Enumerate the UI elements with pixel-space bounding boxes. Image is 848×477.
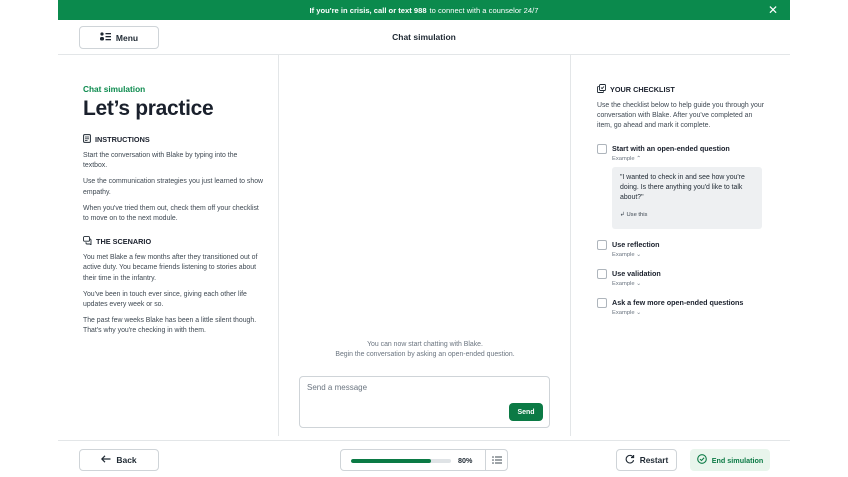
chevron-up-icon: ⌃: [636, 155, 642, 162]
chat-hint-line: Begin the conversation by asking an open…: [335, 351, 515, 359]
scenario-text: The past few weeks Blake has been a litt…: [83, 317, 257, 335]
crisis-banner: If you're in crisis, call or text 988 to…: [58, 0, 790, 20]
example-toggle-label: Example: [612, 310, 635, 317]
copy-checklist-icon: [597, 84, 606, 95]
checklist-item-label: Ask a few more open-ended questions: [612, 298, 744, 308]
example-toggle[interactable]: Example ⌄: [612, 252, 767, 258]
chat-bubbles-icon: [83, 236, 92, 247]
instruction-text: Start the conversation with Blake by typ…: [83, 152, 238, 170]
progress-percent: 80%: [458, 456, 473, 465]
crisis-banner-text: to connect with a counselor 24/7: [429, 5, 539, 15]
close-icon[interactable]: ✕: [766, 3, 780, 17]
chevron-down-icon: ⌄: [636, 281, 642, 288]
restart-button[interactable]: Restart: [616, 449, 677, 471]
chat-empty-hint: You can now start chatting with Blake. B…: [279, 340, 571, 361]
back-button[interactable]: Back: [79, 449, 159, 471]
page-title: Chat simulation: [392, 32, 456, 42]
instructions-heading-label: INSTRUCTIONS: [95, 135, 150, 144]
checklist-item: Start with an open-ended question Exampl…: [597, 143, 767, 162]
scenario-text: You've been in touch ever since, giving …: [83, 290, 247, 309]
example-toggle[interactable]: Example ⌄: [612, 310, 767, 316]
crisis-banner-bold: If you're in crisis, call or text 988: [309, 5, 427, 15]
instruction-text: Use the communication strategies you jus…: [83, 178, 264, 196]
checklist-checkbox[interactable]: [597, 143, 607, 154]
checklist-item: Use reflection Example ⌄: [597, 240, 767, 258]
example-toggle-label: Example: [612, 281, 635, 288]
checklist-heading-label: YOUR CHECKLIST: [610, 85, 675, 94]
example-toggle[interactable]: Example ⌃: [612, 156, 767, 162]
chat-panel: You can now start chatting with Blake. B…: [279, 55, 571, 436]
progress-fill: [351, 459, 431, 463]
use-this-label: Use this: [626, 212, 648, 219]
arrow-left-icon: [101, 455, 111, 465]
example-toggle-label: Example: [612, 155, 635, 162]
checklist-item-label: Use reflection: [612, 240, 660, 250]
chat-hint-line: You can now start chatting with Blake.: [367, 341, 483, 348]
header: Menu Chat simulation: [58, 20, 790, 55]
checklist-checkbox[interactable]: [597, 298, 607, 309]
instruction-text: When you've tried them out, check them o…: [83, 204, 259, 223]
refresh-icon: [625, 454, 635, 466]
example-card: "I wanted to check in and see how you're…: [612, 166, 762, 230]
checklist-item-label: Start with an open-ended question: [612, 143, 730, 153]
restart-label: Restart: [639, 455, 669, 465]
practice-title: Let’s practice: [83, 97, 214, 120]
chevron-down-icon: ⌄: [636, 310, 642, 317]
progress-indicator: 80%: [340, 449, 508, 471]
use-this-button[interactable]: ↲ Use this: [620, 212, 647, 218]
checklist-item: Use validation Example ⌄: [597, 269, 767, 287]
checklist-panel: YOUR CHECKLIST Use the checklist below t…: [597, 84, 767, 316]
corner-arrow-icon: ↲: [620, 212, 625, 219]
end-simulation-label: End simulation: [711, 455, 764, 465]
chevron-down-icon: ⌄: [636, 252, 642, 259]
progress-track: [351, 459, 451, 463]
example-quote: "I wanted to check in and see how you're…: [620, 173, 745, 202]
back-label: Back: [116, 455, 137, 465]
scenario-heading: THE SCENARIO: [83, 236, 263, 247]
checklist-description: Use the checklist below to help guide yo…: [597, 102, 765, 130]
checklist-checkbox[interactable]: [597, 269, 607, 280]
check-circle-icon: [696, 454, 707, 466]
list-icon: [492, 451, 502, 469]
instructions-panel: Chat simulation Let’s practice INSTRUCTI…: [83, 84, 263, 337]
checklist-item-label: Use validation: [612, 269, 661, 279]
eyebrow-label: Chat simulation: [83, 84, 146, 94]
end-simulation-button[interactable]: End simulation: [690, 449, 770, 471]
example-toggle[interactable]: Example ⌄: [612, 281, 767, 287]
checklist-heading: YOUR CHECKLIST: [597, 84, 767, 95]
instructions-heading: INSTRUCTIONS: [83, 134, 263, 145]
send-button[interactable]: Send: [509, 403, 543, 421]
message-input[interactable]: [307, 383, 497, 392]
list-button[interactable]: [486, 450, 508, 470]
message-composer: Send: [299, 376, 550, 428]
checklist-item: Ask a few more open-ended questions Exam…: [597, 298, 767, 316]
scenario-text: You met Blake a few months after they tr…: [83, 254, 258, 282]
scenario-heading-label: THE SCENARIO: [96, 237, 152, 247]
app: If you're in crisis, call or text 988 to…: [58, 0, 790, 477]
checklist-checkbox[interactable]: [597, 240, 607, 251]
footer: Back 80% Restart End simulation: [58, 440, 790, 477]
example-toggle-label: Example: [612, 252, 635, 259]
document-icon: [83, 134, 91, 145]
